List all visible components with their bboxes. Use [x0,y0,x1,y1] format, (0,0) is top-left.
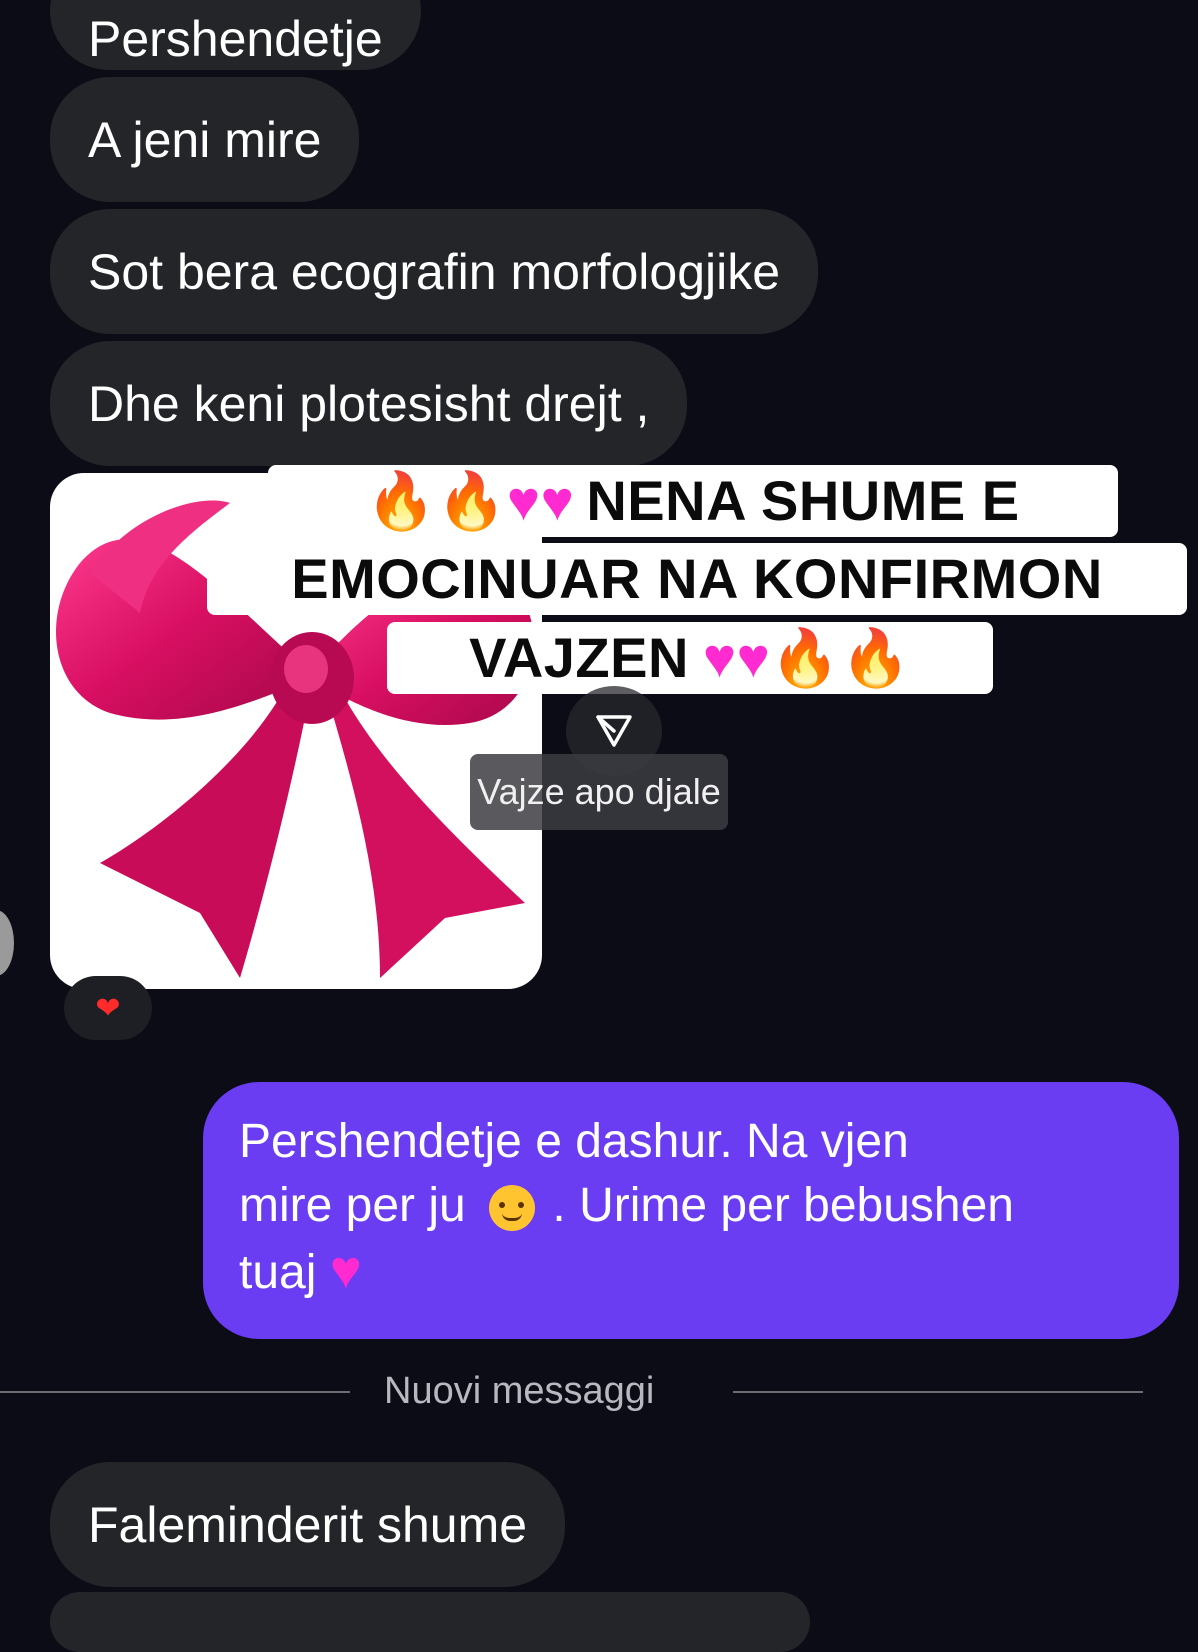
fire-icon: 🔥 [366,469,437,532]
new-messages-divider: Nuovi messaggi [384,1370,655,1412]
paper-plane-icon [596,715,632,747]
message-text: tuaj [239,1246,317,1299]
banner-text: EMOCINUAR NA KONFIRMON [291,547,1103,610]
message-bubble-outgoing[interactable]: Pershendetje e dashur. Na vjen mire per … [203,1082,1179,1339]
red-heart-icon: ❤ [95,991,121,1025]
caption-text: Vajze apo djale [477,771,721,812]
pink-heart-icon: ♥ [736,626,771,689]
fire-icon: 🔥 [770,626,841,689]
pink-heart-icon: ♥ [702,626,737,689]
message-bubble-incoming[interactable]: Dhe keni plotesisht drejt , [50,341,688,466]
divider-line-left [0,1391,350,1393]
post-caption: Vajze apo djale [470,754,728,830]
message-text: . Urime per bebushen [552,1179,1014,1232]
message-text: Dhe keni plotesisht drejt , [88,375,650,432]
banner-text: NENA SHUME E [586,469,1020,532]
pink-heart-icon: ♥ [329,1240,362,1300]
message-text: A jeni mire [88,111,322,168]
message-text: Sot bera ecografin morfologjike [88,243,781,300]
divider-line-right [733,1391,1143,1393]
message-line: tuaj ♥ [239,1238,1139,1305]
story-banner-line: VAJZEN ♥ ♥ 🔥 🔥 [387,622,993,694]
message-line: Pershendetje e dashur. Na vjen [239,1115,909,1168]
banner-text: VAJZEN [469,626,689,689]
message-line: mire per ju . Urime per bebushen [239,1174,1139,1238]
message-bubble-incoming-partial[interactable] [50,1592,810,1652]
pink-heart-icon: ♥ [506,469,541,532]
message-bubble-incoming[interactable]: Faleminderit shume [50,1462,566,1587]
fire-icon: 🔥 [840,626,911,689]
smiling-face-with-hearts-icon [489,1185,536,1232]
pink-heart-icon: ♥ [540,469,575,532]
message-bubble-incoming[interactable]: A jeni mire [50,77,360,202]
message-text: Faleminderit shume [88,1496,528,1553]
fire-icon: 🔥 [436,469,507,532]
message-text: mire per ju [239,1179,466,1232]
message-bubble-incoming[interactable]: Sot bera ecografin morfologjike [50,209,819,334]
message-reaction[interactable]: ❤ [64,976,152,1040]
sender-avatar[interactable] [0,910,14,976]
story-banner-line: EMOCINUAR NA KONFIRMON [207,543,1187,615]
message-bubble-incoming[interactable]: Pershendetje [50,0,421,70]
message-text: Pershendetje [88,11,383,67]
story-banner-line: 🔥 🔥 ♥ ♥ NENA SHUME E [268,465,1118,537]
